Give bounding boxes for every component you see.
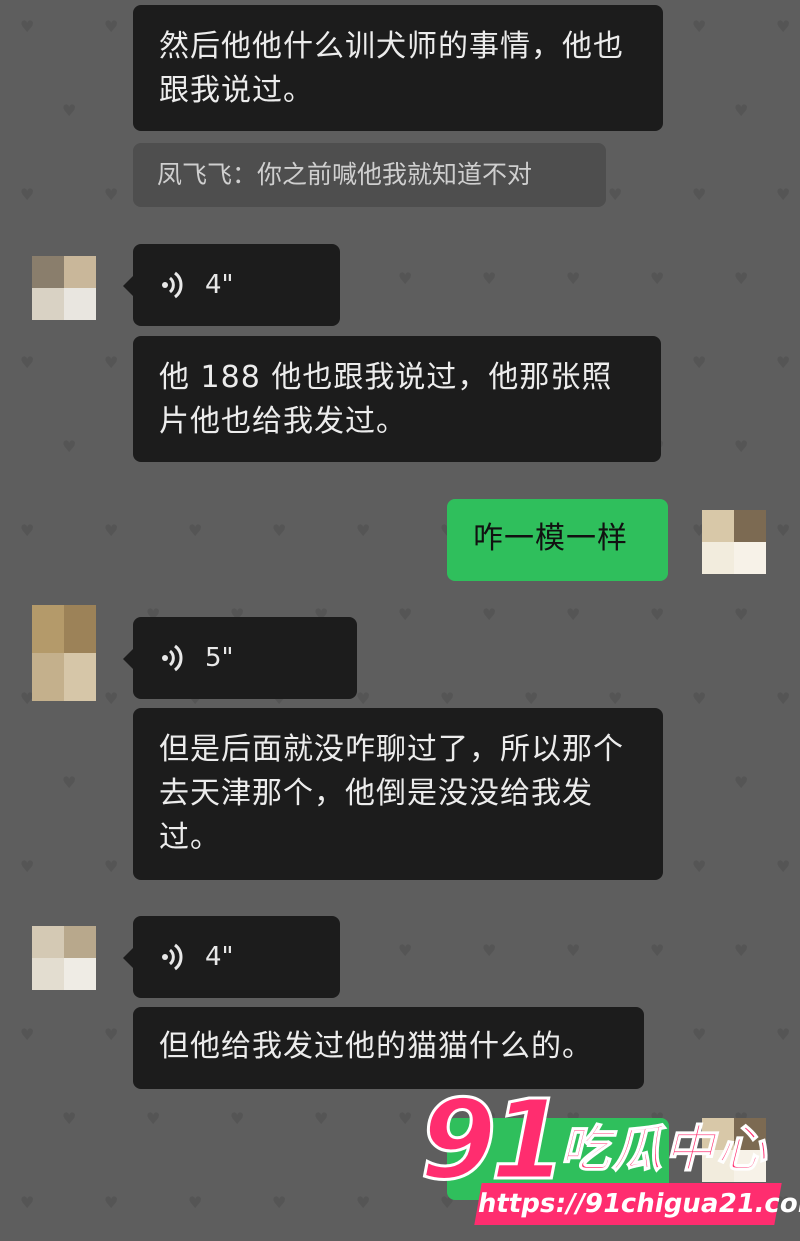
heart-pattern-icon: ♥ <box>776 857 791 876</box>
heart-pattern-icon: ♥ <box>776 17 791 36</box>
quoted-reply[interactable]: 凤飞飞：你之前喊他我就知道不对 <box>133 143 606 207</box>
heart-pattern-icon: ♥ <box>734 269 749 288</box>
heart-pattern-icon: ♥ <box>146 1109 161 1128</box>
message-bubble[interactable]: 但是后面就没咋聊过了，所以那个去天津那个，他倒是没没给我发过。 <box>133 708 663 880</box>
heart-pattern-icon: ♥ <box>20 185 35 204</box>
watermark-url: https://91chigua21.com <box>474 1183 800 1225</box>
heart-pattern-icon: ♥ <box>776 353 791 372</box>
heart-pattern-icon: ♥ <box>356 689 371 708</box>
heart-pattern-icon: ♥ <box>104 185 119 204</box>
heart-pattern-icon: ♥ <box>734 941 749 960</box>
message-bubble[interactable]: 但他给我发过他的猫猫什么的。 <box>133 1007 644 1089</box>
heart-pattern-icon: ♥ <box>20 857 35 876</box>
heart-pattern-icon: ♥ <box>608 185 623 204</box>
heart-pattern-icon: ♥ <box>776 521 791 540</box>
message-bubble-outgoing[interactable]: 咋一模一样 <box>447 499 668 581</box>
heart-pattern-icon: ♥ <box>566 941 581 960</box>
voice-duration: 5" <box>205 643 234 673</box>
message-text: 然后他他什么训犬师的事情，他也跟我说过。 <box>159 29 624 108</box>
heart-pattern-icon: ♥ <box>734 437 749 456</box>
avatar[interactable] <box>32 926 96 990</box>
message-bubble[interactable]: 然后他他什么训犬师的事情，他也跟我说过。 <box>133 5 663 131</box>
heart-pattern-icon: ♥ <box>692 185 707 204</box>
quote-text: 凤飞飞：你之前喊他我就知道不对 <box>157 160 533 189</box>
heart-pattern-icon: ♥ <box>692 353 707 372</box>
heart-pattern-icon: ♥ <box>104 353 119 372</box>
heart-pattern-icon: ♥ <box>188 521 203 540</box>
heart-pattern-icon: ♥ <box>692 1025 707 1044</box>
heart-pattern-icon: ♥ <box>440 689 455 708</box>
heart-pattern-icon: ♥ <box>104 17 119 36</box>
heart-pattern-icon: ♥ <box>650 269 665 288</box>
heart-pattern-icon: ♥ <box>566 605 581 624</box>
voice-message[interactable]: 4" <box>123 244 340 326</box>
avatar[interactable] <box>32 256 96 320</box>
voice-message[interactable]: 4" <box>123 916 340 998</box>
avatar[interactable] <box>32 605 96 701</box>
message-bubble[interactable]: 他 188 他也跟我说过，他那张照片他也给我发过。 <box>133 336 661 462</box>
heart-pattern-icon: ♥ <box>734 101 749 120</box>
heart-pattern-icon: ♥ <box>692 689 707 708</box>
heart-pattern-icon: ♥ <box>62 437 77 456</box>
heart-pattern-icon: ♥ <box>104 689 119 708</box>
heart-pattern-icon: ♥ <box>524 689 539 708</box>
message-text: 但是后面就没咋聊过了，所以那个去天津那个，他倒是没没给我发过。 <box>159 732 624 855</box>
message-text: 咋一模一样 <box>473 521 628 556</box>
heart-pattern-icon: ♥ <box>776 185 791 204</box>
heart-pattern-icon: ♥ <box>776 1025 791 1044</box>
heart-pattern-icon: ♥ <box>482 941 497 960</box>
heart-pattern-icon: ♥ <box>482 605 497 624</box>
heart-pattern-icon: ♥ <box>230 1109 245 1128</box>
heart-pattern-icon: ♥ <box>356 521 371 540</box>
message-text: 他 188 他也跟我说过，他那张照片他也给我发过。 <box>159 360 613 439</box>
heart-pattern-icon: ♥ <box>692 17 707 36</box>
heart-pattern-icon: ♥ <box>104 857 119 876</box>
heart-pattern-icon: ♥ <box>608 689 623 708</box>
voice-duration: 4" <box>205 942 234 972</box>
heart-pattern-icon: ♥ <box>734 605 749 624</box>
heart-pattern-icon: ♥ <box>20 521 35 540</box>
heart-pattern-icon: ♥ <box>62 101 77 120</box>
heart-pattern-icon: ♥ <box>188 1193 203 1212</box>
heart-pattern-icon: ♥ <box>62 773 77 792</box>
watermark-brand: 吃瓜中心 <box>559 1119 768 1179</box>
heart-pattern-icon: ♥ <box>776 689 791 708</box>
watermark-logo: 91 吃瓜中心 https://91chigua21.com <box>418 1076 800 1241</box>
heart-pattern-icon: ♥ <box>566 269 581 288</box>
heart-pattern-icon: ♥ <box>104 521 119 540</box>
heart-pattern-icon: ♥ <box>272 1193 287 1212</box>
heart-pattern-icon: ♥ <box>398 605 413 624</box>
heart-pattern-icon: ♥ <box>398 1109 413 1128</box>
heart-pattern-icon: ♥ <box>734 773 749 792</box>
voice-icon <box>162 271 183 299</box>
heart-pattern-icon: ♥ <box>104 1025 119 1044</box>
heart-pattern-icon: ♥ <box>20 353 35 372</box>
heart-pattern-icon: ♥ <box>650 605 665 624</box>
heart-pattern-icon: ♥ <box>62 1109 77 1128</box>
voice-duration: 4" <box>205 270 234 300</box>
heart-pattern-icon: ♥ <box>650 941 665 960</box>
heart-pattern-icon: ♥ <box>692 857 707 876</box>
avatar[interactable] <box>702 510 766 574</box>
heart-pattern-icon: ♥ <box>20 1193 35 1212</box>
heart-pattern-icon: ♥ <box>356 1193 371 1212</box>
voice-message[interactable]: 5" <box>123 617 357 699</box>
heart-pattern-icon: ♥ <box>20 17 35 36</box>
heart-pattern-icon: ♥ <box>398 269 413 288</box>
heart-pattern-icon: ♥ <box>314 1109 329 1128</box>
heart-pattern-icon: ♥ <box>482 269 497 288</box>
watermark-number: 91 <box>418 1076 568 1204</box>
voice-icon <box>162 644 183 672</box>
voice-icon <box>162 943 183 971</box>
heart-pattern-icon: ♥ <box>104 1193 119 1212</box>
heart-pattern-icon: ♥ <box>398 941 413 960</box>
heart-pattern-icon: ♥ <box>272 521 287 540</box>
message-text: 但他给我发过他的猫猫什么的。 <box>159 1029 593 1064</box>
heart-pattern-icon: ♥ <box>20 1025 35 1044</box>
